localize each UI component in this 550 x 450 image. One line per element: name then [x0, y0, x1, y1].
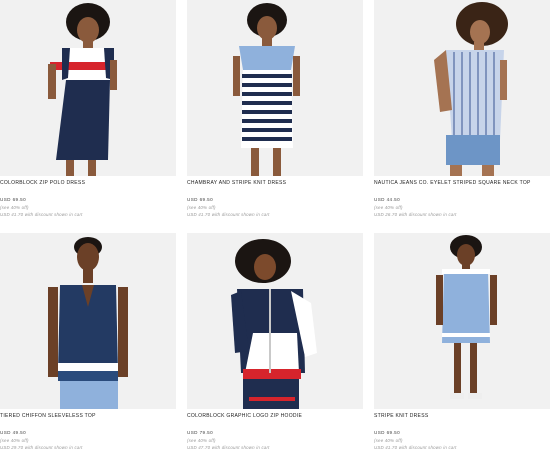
product-image[interactable] — [187, 0, 363, 176]
promo-text: (see 40% off) — [374, 205, 403, 210]
product-name[interactable]: CHAMBRAY AND STRIPE KNIT DRESS — [187, 180, 363, 186]
model-photo-icon — [434, 2, 508, 176]
product-card[interactable]: CHAMBRAY AND STRIPE KNIT DRESS USD 69.50… — [187, 0, 363, 217]
promo-text: (see 40% off) — [374, 438, 403, 443]
discount-text: USD 47.70 with discount shown in cart — [187, 445, 270, 450]
product-name[interactable]: TIERED CHIFFON SLEEVELESS TOP — [0, 413, 176, 419]
model-photo-icon — [231, 239, 317, 409]
product-image[interactable] — [374, 233, 550, 409]
product-name[interactable]: COLORBLOCK GRAPHIC LOGO ZIP HOODIE — [187, 413, 363, 419]
product-price: USD 69.50 — [374, 430, 401, 435]
product-price: USD 69.50 — [0, 197, 27, 202]
model-photo-icon — [48, 237, 128, 409]
discount-text: USD 26.70 with discount shown in cart — [374, 212, 457, 217]
promo-text: (see 40% off) — [0, 438, 29, 443]
product-image[interactable] — [0, 233, 176, 409]
model-photo-icon — [233, 3, 300, 176]
product-name[interactable]: COLORBLOCK ZIP POLO DRESS — [0, 180, 176, 186]
discount-text: USD 29.70 with discount shown in cart — [0, 445, 83, 450]
discount-text: USD 41.70 with discount shown in cart — [374, 445, 457, 450]
discount-text: USD 41.70 with discount shown in cart — [187, 212, 270, 217]
product-price: USD 69.50 — [187, 197, 214, 202]
model-photo-icon — [436, 235, 497, 399]
promo-text: (see 40% off) — [187, 205, 216, 210]
promo-text: (see 40% off) — [187, 438, 216, 443]
product-image[interactable] — [0, 0, 176, 176]
product-price: USD 79.50 — [187, 430, 214, 435]
product-price: USD 49.50 — [0, 430, 27, 435]
product-card[interactable]: NAUTICA JEANS CO. EYELET STRIPED SQUARE … — [374, 0, 550, 217]
model-photo-icon — [48, 3, 117, 176]
product-name[interactable]: NAUTICA JEANS CO. EYELET STRIPED SQUARE … — [374, 180, 550, 186]
discount-text: USD 41.70 with discount shown in cart — [0, 212, 83, 217]
product-card[interactable]: COLORBLOCK ZIP POLO DRESS USD 69.50 (see… — [0, 0, 176, 217]
product-card[interactable]: STRIPE KNIT DRESS USD 69.50 (see 40% off… — [374, 233, 550, 450]
product-image[interactable] — [374, 0, 550, 176]
product-card[interactable]: TIERED CHIFFON SLEEVELESS TOP USD 49.50 … — [0, 233, 176, 450]
product-card[interactable]: COLORBLOCK GRAPHIC LOGO ZIP HOODIE USD 7… — [187, 233, 363, 450]
product-price: USD 44.50 — [374, 197, 401, 202]
promo-text: (see 40% off) — [0, 205, 29, 210]
product-grid: COLORBLOCK ZIP POLO DRESS USD 69.50 (see… — [0, 0, 550, 450]
product-name[interactable]: STRIPE KNIT DRESS — [374, 413, 550, 419]
product-image[interactable] — [187, 233, 363, 409]
